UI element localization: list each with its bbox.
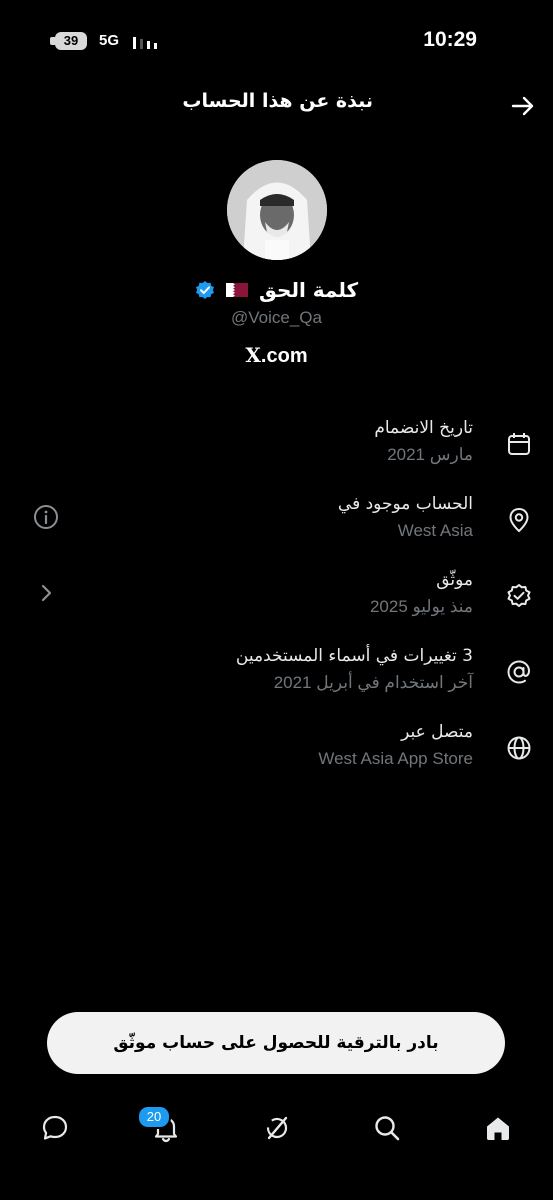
- connected-via-label: متصل عبر: [401, 722, 473, 742]
- location-label: الحساب موجود في: [337, 494, 473, 514]
- signal-strength-icon: [133, 37, 157, 49]
- back-arrow-icon[interactable]: [509, 92, 537, 120]
- verified-check-icon: [507, 584, 531, 607]
- x-com-label: X.com: [0, 343, 553, 368]
- globe-icon: [507, 736, 531, 760]
- info-row-verified[interactable]: موثّق منذ يوليو 2025: [20, 570, 533, 630]
- site-suffix: .com: [260, 345, 308, 367]
- status-bar: 39 5G 10:29: [0, 0, 553, 84]
- grok-icon[interactable]: [262, 1113, 292, 1143]
- location-value: West Asia: [397, 521, 473, 540]
- page-title: نبذة عن هذا الحساب: [182, 90, 373, 112]
- x-logo: X: [245, 343, 261, 367]
- calendar-icon: [508, 433, 530, 455]
- location-pin-icon: [509, 507, 529, 533]
- avatar[interactable]: [227, 160, 327, 260]
- username-changes-label: 3 تغييرات في أسماء المستخدمين: [235, 646, 473, 666]
- connected-via-value: West Asia App Store: [318, 749, 473, 768]
- info-row-location: الحساب موجود في West Asia: [20, 494, 533, 554]
- at-sign-icon: [507, 660, 531, 684]
- info-row-username-changes: 3 تغييرات في أسماء المستخدمين آخر استخدا…: [20, 646, 533, 706]
- network-type: 5G: [99, 32, 120, 49]
- verified-since: منذ يوليو 2025: [369, 597, 473, 616]
- battery-indicator: 39: [55, 32, 87, 50]
- bottom-nav: [0, 1095, 553, 1165]
- home-icon[interactable]: [483, 1113, 513, 1143]
- search-icon[interactable]: [372, 1113, 402, 1143]
- messages-icon[interactable]: [40, 1113, 70, 1143]
- info-row-joined: تاريخ الانضمام مارس 2021: [20, 418, 533, 478]
- avatar-portrait: [227, 160, 327, 260]
- clock: 10:29: [423, 28, 477, 51]
- username-last-used: آخر استخدام في أبريل 2021: [273, 673, 473, 692]
- qatar-flag-icon: [225, 283, 248, 297]
- upgrade-verified-button[interactable]: بادر بالترقية للحصول على حساب موثّق: [47, 1012, 505, 1074]
- joined-label: تاريخ الانضمام: [374, 418, 473, 438]
- chevron-left-icon[interactable]: [32, 579, 60, 607]
- joined-value: مارس 2021: [387, 445, 473, 464]
- display-name-row: كلمة الحق: [0, 278, 553, 302]
- notification-count-badge: 20: [137, 1105, 171, 1129]
- verified-label: موثّق: [436, 570, 473, 590]
- info-circle-icon[interactable]: [32, 503, 60, 531]
- username-handle: @Voice_Qa: [231, 308, 322, 327]
- info-row-connected-via: متصل عبر West Asia App Store: [20, 722, 533, 782]
- display-name: كلمة الحق: [259, 278, 359, 302]
- verified-badge-icon: [195, 281, 214, 299]
